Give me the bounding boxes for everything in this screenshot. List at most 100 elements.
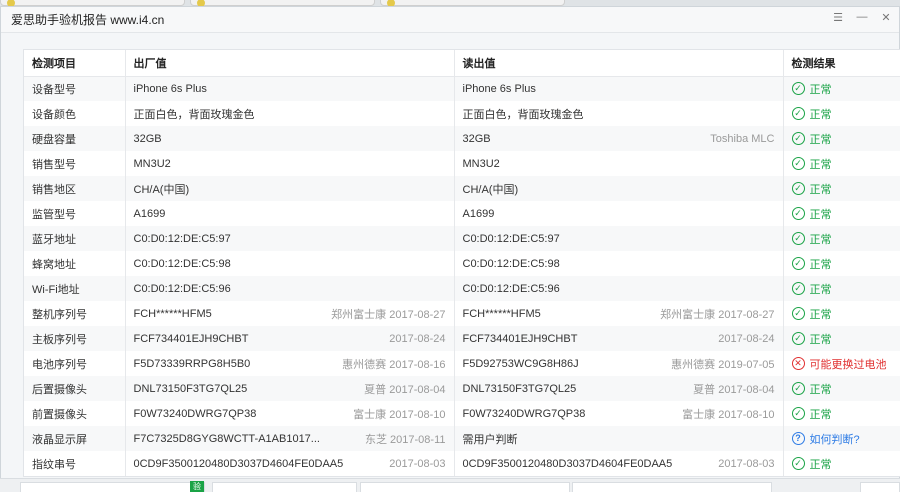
result-cell: ✓ 正常 (783, 251, 900, 276)
read-value: MN3U2 (462, 157, 500, 170)
row-label-text: 电池序列号 (32, 358, 87, 371)
close-icon[interactable]: ✕ (879, 11, 893, 24)
minimize-icon[interactable]: — (855, 11, 869, 24)
result-cell: ✓ 正常 (783, 226, 900, 251)
verify-badge: 验 (190, 481, 204, 492)
read-cell: C0:D0:12:DE:C5:97 (454, 226, 784, 251)
factory-cell: 0CD9F3500120480D3037D4604FE0DAA5 2017-08-… (125, 451, 455, 476)
x-circle-icon: ✕ (791, 357, 805, 370)
read-cell: A1699 (454, 201, 784, 226)
check-circle-icon: ✓ (791, 407, 805, 420)
check-circle-icon: ✓ (791, 282, 805, 295)
row-label-text: 销售地区 (32, 183, 76, 196)
row-label-text: 蜂窝地址 (32, 258, 76, 271)
factory-value: DNL73150F3TG7QL25 (133, 382, 248, 395)
read-cell: F0W73240DWRG7QP38 富士康 2017-08-10 (454, 401, 784, 426)
read-value: 0CD9F3500120480D3037D4604FE0DAA5 (462, 457, 673, 470)
factory-cell: F0W73240DWRG7QP38 富士康 2017-08-10 (125, 401, 455, 426)
read-cell: F5D92753WC9G8H86J 惠州德赛 2019-07-05 (454, 351, 784, 376)
read-cell: FCF734401EJH9CHBT 2017-08-24 (454, 326, 784, 351)
read-cell: 32GB Toshiba MLC (454, 126, 784, 151)
check-circle-icon: ✓ (791, 232, 805, 245)
result-cell: ✓ 正常 (783, 76, 900, 101)
bottom-field (20, 482, 205, 492)
table-row: 蓝牙地址 C0:D0:12:DE:C5:97 C0:D0:12:DE:C5:97 ✓ 正… (24, 226, 900, 251)
row-label-text: 蓝牙地址 (32, 233, 76, 246)
table-row: 电池序列号 F5D73339RRPG8H5B0 惠州德赛 2017-08-16 F5D… (24, 351, 900, 376)
read-value: C0:D0:12:DE:C5:96 (462, 282, 560, 295)
row-label: 前置摄像头 (24, 401, 126, 426)
factory-cell: MN3U2 (125, 151, 455, 176)
bottom-field (212, 482, 357, 492)
menu-icon[interactable]: ☰ (831, 11, 845, 24)
result-text: 正常 (809, 233, 832, 246)
read-cell: 正面白色，背面玫瑰金色 (454, 101, 784, 126)
factory-value: FCF734401EJH9CHBT (133, 332, 249, 345)
result-cell[interactable]: ? 如何判断? (783, 426, 900, 451)
factory-cell: C0:D0:12:DE:C5:98 (125, 251, 455, 276)
result-text: 正常 (809, 308, 832, 321)
table-row: 后置摄像头 DNL73150F3TG7QL25 夏普 2017-08-04 DNL73… (24, 376, 900, 401)
check-circle-icon: ✓ (791, 457, 805, 470)
read-note: 2017-08-24 (718, 332, 775, 345)
row-label-text: 设备型号 (32, 83, 76, 96)
factory-cell: iPhone 6s Plus (125, 76, 455, 101)
factory-value: MN3U2 (133, 157, 171, 170)
bottom-bar: 验 (0, 478, 900, 492)
read-note: 2017-08-03 (718, 457, 775, 470)
read-value: C0:D0:12:DE:C5:97 (462, 232, 560, 245)
header-result: 检测结果 (783, 50, 900, 77)
check-circle-icon: ✓ (791, 382, 805, 395)
result-cell: ✓ 正常 (783, 176, 900, 201)
factory-note: 郑州富士康 2017-08-27 (331, 308, 446, 321)
row-label-text: Wi-Fi地址 (32, 283, 80, 296)
read-value: DNL73150F3TG7QL25 (462, 382, 577, 395)
row-label: 蓝牙地址 (24, 226, 126, 251)
bottom-field (572, 482, 772, 492)
row-label-text: 前置摄像头 (32, 408, 87, 421)
result-text[interactable]: 如何判断? (810, 431, 860, 447)
result-cell: ✓ 正常 (783, 201, 900, 226)
row-label-text: 销售型号 (32, 158, 76, 171)
check-circle-icon: ✓ (791, 307, 805, 320)
factory-note: 2017-08-24 (389, 332, 446, 345)
result-text: 正常 (809, 108, 832, 121)
row-label: 设备颜色 (24, 101, 126, 126)
row-label-text: 整机序列号 (32, 308, 87, 321)
report-table: 检测项目 出厂值 读出值 检测结果 设备型号 iPhone 6s Plus iPho… (24, 50, 900, 476)
result-cell: ✓ 正常 (783, 101, 900, 126)
read-cell: 需用户判断 (454, 426, 784, 451)
factory-cell: FCH******HFM5 郑州富士康 2017-08-27 (125, 301, 455, 326)
read-value: CH/A(中国) (462, 183, 519, 196)
result-text: 可能更换过电池 (809, 358, 887, 371)
factory-note: 夏普 2017-08-04 (364, 383, 446, 396)
table-row: 蜂窝地址 C0:D0:12:DE:C5:98 C0:D0:12:DE:C5:98 ✓ 正… (24, 251, 900, 276)
result-cell: ✓ 正常 (783, 276, 900, 301)
question-circle-icon: ? (791, 432, 805, 445)
row-label: 整机序列号 (24, 301, 126, 326)
read-value: 正面白色，背面玫瑰金色 (462, 108, 584, 121)
factory-cell: CH/A(中国) (125, 176, 455, 201)
row-label: 指纹串号 (24, 451, 126, 476)
report-window: 爱思助手验机报告 www.i4.cn ☰ — ✕ 检测项目 出厂值 读出值 检测… (0, 6, 900, 492)
factory-value: C0:D0:12:DE:C5:96 (133, 282, 231, 295)
row-label-text: 指纹串号 (32, 458, 76, 471)
window-title: 爱思助手验机报告 www.i4.cn (11, 13, 165, 27)
result-text: 正常 (809, 383, 832, 396)
table-row: 监管型号 A1699 A1699 ✓ 正常 (24, 201, 900, 226)
factory-value: F0W73240DWRG7QP38 (133, 407, 257, 420)
result-cell: ✓ 正常 (783, 151, 900, 176)
bottom-field (860, 482, 900, 492)
check-circle-icon: ✓ (791, 82, 805, 96)
check-circle-icon: ✓ (791, 107, 805, 120)
row-label: 销售地区 (24, 176, 126, 201)
read-note: 夏普 2017-08-04 (693, 383, 775, 396)
read-value: FCH******HFM5 (462, 307, 541, 320)
factory-value: iPhone 6s Plus (133, 82, 207, 95)
result-cell: ✓ 正常 (783, 301, 900, 326)
factory-value: 32GB (133, 132, 162, 145)
read-value: C0:D0:12:DE:C5:98 (462, 257, 560, 270)
table-row: 硬盘容量 32GB 32GB Toshiba MLC ✓ 正常 (24, 126, 900, 151)
factory-cell: F5D73339RRPG8H5B0 惠州德赛 2017-08-16 (125, 351, 455, 376)
result-text: 正常 (809, 183, 832, 196)
